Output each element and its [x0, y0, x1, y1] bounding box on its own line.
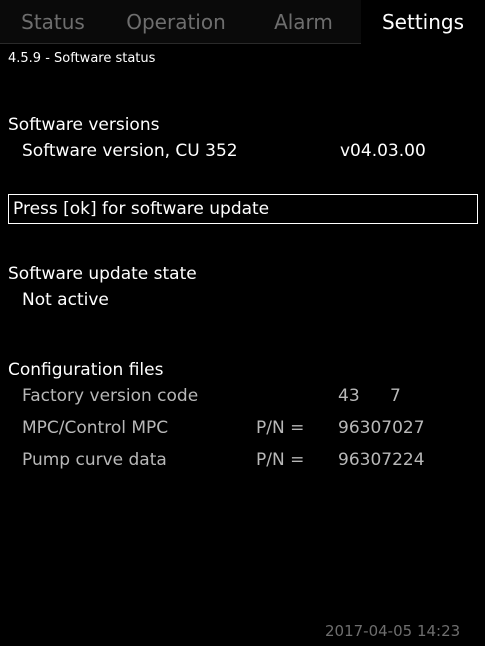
update-state-value: Not active	[22, 290, 109, 310]
pump-curve-data-label: Pump curve data	[22, 450, 167, 470]
tab-bar: Status Operation Alarm Settings	[0, 0, 485, 44]
software-update-label: Press [ok] for software update	[13, 199, 270, 219]
tab-operation[interactable]: Operation	[106, 0, 246, 44]
software-version-value: v04.03.00	[340, 141, 426, 161]
software-status-screen: Status Operation Alarm Settings 4.5.9 - …	[0, 0, 485, 646]
factory-version-code-value-2: 7	[390, 386, 401, 406]
software-version-label: Software version, CU 352	[22, 141, 238, 161]
update-state-heading: Software update state	[8, 264, 197, 284]
pump-curve-pn-label: P/N =	[256, 450, 305, 470]
tab-alarm[interactable]: Alarm	[246, 0, 361, 44]
mpc-control-pn-value: 96307027	[338, 418, 425, 438]
software-versions-heading: Software versions	[8, 115, 160, 135]
mpc-control-pn-label: P/N =	[256, 418, 305, 438]
configuration-files-heading: Configuration files	[8, 360, 164, 380]
factory-version-code-value-1: 43	[338, 386, 360, 406]
pump-curve-pn-value: 96307224	[338, 450, 425, 470]
breadcrumb: 4.5.9 - Software status	[8, 51, 156, 66]
mpc-control-label: MPC/Control MPC	[22, 418, 169, 438]
tab-status[interactable]: Status	[0, 0, 106, 44]
factory-version-code-label: Factory version code	[22, 386, 199, 406]
tab-settings[interactable]: Settings	[361, 0, 485, 44]
timestamp: 2017-04-05 14:23	[325, 622, 461, 640]
software-update-button[interactable]: Press [ok] for software update	[8, 194, 478, 224]
